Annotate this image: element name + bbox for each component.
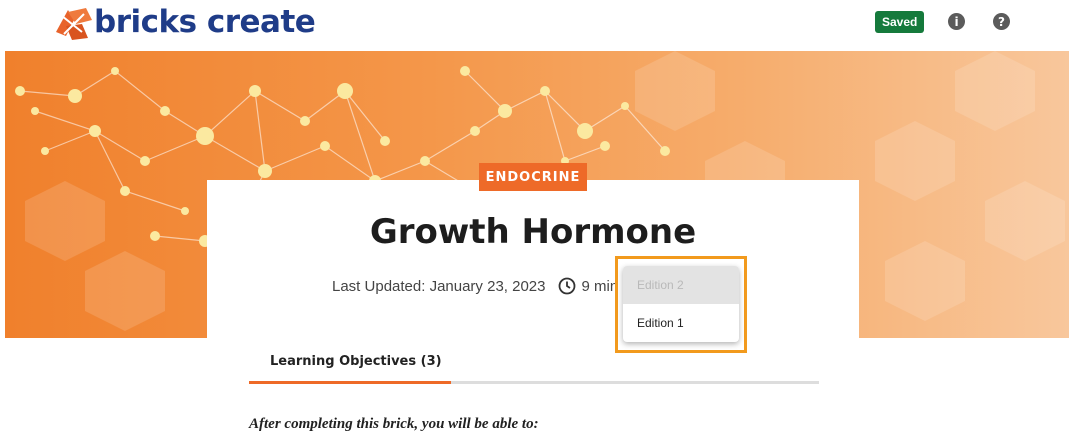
brand-logo[interactable]: bricks create <box>48 0 316 44</box>
edition-dropdown-menu[interactable]: Edition 2 Edition 1 <box>623 266 739 342</box>
edition-option-2: Edition 2 <box>623 266 739 304</box>
active-tab-indicator <box>249 381 451 384</box>
logo-mark-icon <box>56 8 92 40</box>
duration-text: 9 min <box>581 277 619 295</box>
info-icon[interactable]: i <box>948 13 965 30</box>
clock-icon <box>558 277 575 295</box>
brick-meta: Last Updated: January 23, 2023 9 min <box>332 277 618 295</box>
help-icon[interactable]: ? <box>993 13 1010 30</box>
objectives-intro-text: After completing this brick, you will be… <box>249 416 539 432</box>
edition-option-1[interactable]: Edition 1 <box>623 304 739 342</box>
saved-status-badge: Saved <box>875 11 925 33</box>
category-tag: ENDOCRINE <box>479 163 587 191</box>
tab-learning-objectives[interactable]: Learning Objectives (3) <box>270 354 442 369</box>
brick-title: Growth Hormone <box>369 212 697 252</box>
last-updated-text: Last Updated: January 23, 2023 <box>332 277 546 295</box>
brand-name: bricks create <box>94 3 316 40</box>
